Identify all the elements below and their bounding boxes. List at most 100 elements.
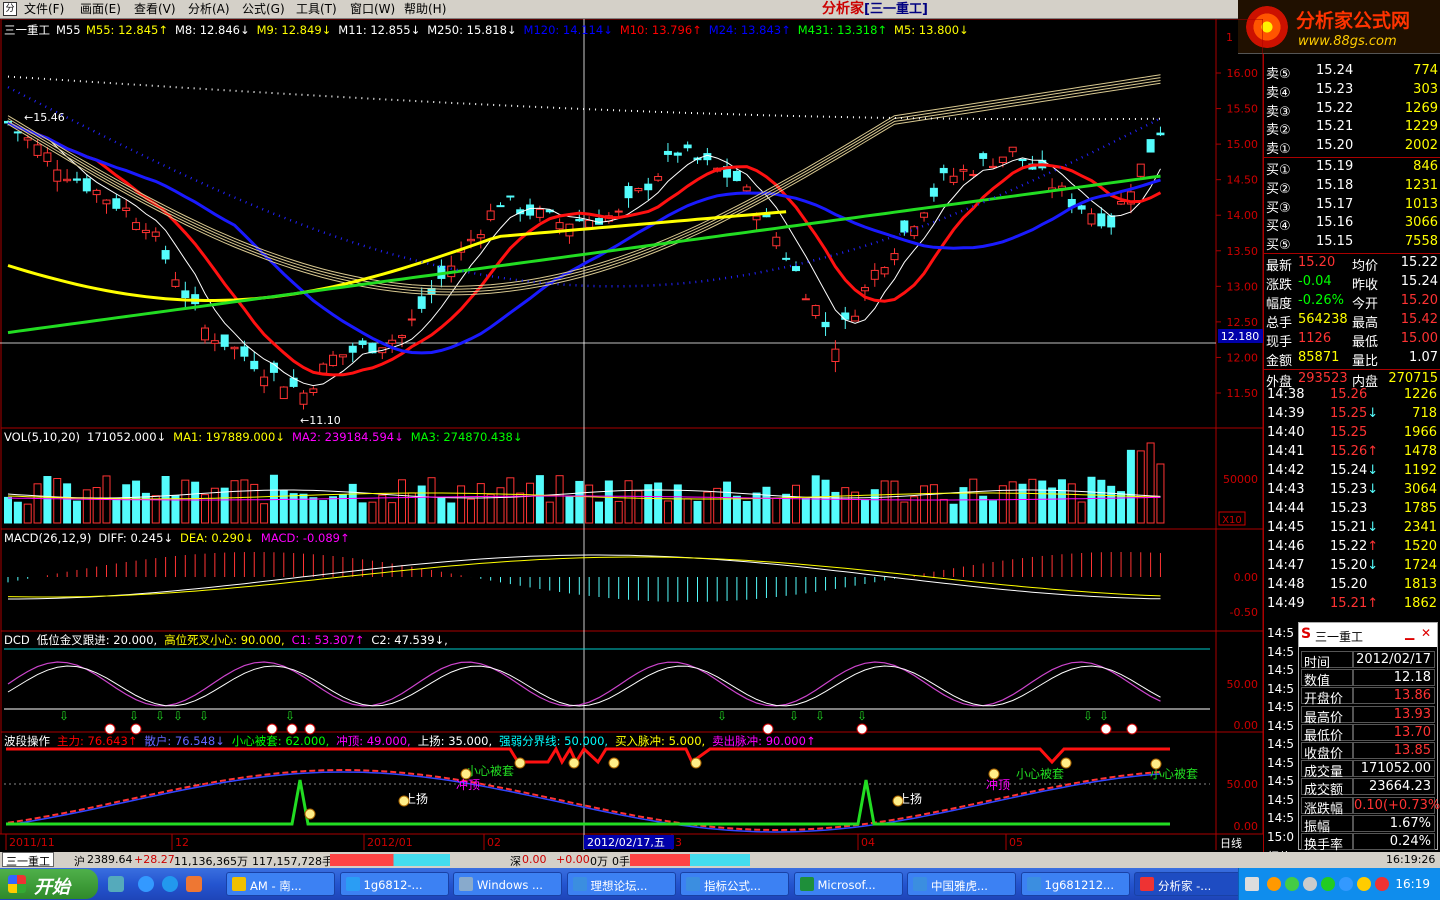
ask-row: 卖② 15.21 1229 (1264, 118, 1440, 138)
data-window-header[interactable]: S 三一重工 ▁ ✕ (1299, 623, 1437, 647)
tick-time: 14:39 (1267, 406, 1305, 421)
volume-icon[interactable] (1357, 877, 1371, 891)
taskbar-button[interactable]: 指标公式... (680, 872, 789, 896)
window-icon (1026, 877, 1041, 891)
shield-icon[interactable] (1303, 877, 1317, 891)
bid-label: 买② (1266, 181, 1291, 197)
taskbar-button[interactable]: Microsof... (793, 872, 903, 896)
tick-row[interactable]: 14:44 15.23 1785 (1264, 500, 1440, 519)
tick-row[interactable]: 14:43 15.23↓ 3064 (1264, 481, 1440, 500)
menu-screen[interactable]: 画面(E) (80, 2, 121, 17)
menu-formula[interactable]: 公式(G) (242, 2, 285, 17)
buy-arrow-icon: ⇩ (1083, 709, 1093, 723)
start-button[interactable]: 开始 (0, 869, 98, 899)
candle-body (210, 340, 219, 344)
stat-row: 总手 564238 最高 15.42 (1264, 311, 1440, 331)
tick-row[interactable]: 14:45 15.21↓ 2341 (1264, 519, 1440, 538)
candle-body (1018, 158, 1027, 162)
taskbar-button[interactable]: 1g681212... (1020, 872, 1130, 896)
data-window-label: 开盘价 (1301, 687, 1353, 707)
volume-bar (358, 502, 367, 524)
volume-bar (53, 478, 62, 524)
app-system-icon[interactable]: 分 (3, 2, 17, 16)
messenger-icon[interactable] (1339, 877, 1353, 891)
candle-body (732, 170, 741, 182)
ie-icon[interactable] (138, 876, 154, 892)
security-icon[interactable] (1321, 877, 1335, 891)
tick-row[interactable]: 14:47 15.20↓ 1724 (1264, 557, 1440, 576)
menu-file[interactable]: 文件(F) (24, 2, 64, 17)
data-window-label: 最低价 (1301, 723, 1353, 744)
candle-body (831, 348, 840, 363)
ask-volume: 774 (1413, 63, 1438, 78)
taskbar-button[interactable]: Windows ... (453, 872, 562, 896)
taskbar-button[interactable]: 分析家 -... (1134, 872, 1243, 896)
tray-app-icon[interactable] (1267, 877, 1281, 891)
indicator-value: M5: 13.800↓ (894, 23, 969, 37)
taskbar-button[interactable]: 1g6812-... (339, 872, 449, 896)
indicator-value: M8: 12.846↓ (174, 23, 250, 37)
tick-row[interactable]: 14:40 15.25 1966 (1264, 424, 1440, 443)
tick-row[interactable]: 14:42 15.24↓ 1192 (1264, 462, 1440, 481)
cursor-date-label: 2012/02/17,五 (587, 836, 665, 849)
volume-bar (1008, 481, 1017, 524)
bid-row: 买① 15.19 846 (1264, 158, 1440, 178)
menu-tools[interactable]: 工具(T) (296, 2, 337, 17)
indicator-value: 强弱分界线: 50.000, (499, 734, 609, 748)
candle-body (496, 205, 505, 208)
ask-price: 15.21 (1316, 119, 1354, 135)
close-icon[interactable]: ✕ (1421, 626, 1431, 640)
menu-view[interactable]: 查看(V) (134, 2, 176, 17)
tick-row[interactable]: 14:41 15.26↑ 1478 (1264, 443, 1440, 462)
menu-analysis[interactable]: 分析(A) (188, 2, 230, 17)
stock-tab[interactable]: 三一重工 (2, 852, 54, 868)
desktop-icon[interactable] (108, 876, 124, 892)
ie2-icon[interactable] (162, 876, 178, 892)
antivirus-icon[interactable] (1375, 877, 1389, 891)
volume-bar (289, 493, 298, 524)
ask-price: 15.23 (1316, 81, 1354, 97)
volume-bar (220, 487, 229, 524)
indicator-value: M431: 13.318↑ (797, 23, 888, 37)
volume-bar (72, 500, 81, 524)
candle-body (112, 198, 121, 209)
minimize-icon[interactable]: ▁ (1405, 626, 1414, 640)
taskbar-button[interactable]: 理想论坛... (566, 872, 676, 896)
tick-row[interactable]: 14:48 15.20 1813 (1264, 576, 1440, 595)
stat-label: 幅度 (1266, 297, 1293, 312)
tick-volume: 3064 (1403, 482, 1437, 497)
tick-volume: 718 (1412, 406, 1437, 421)
candle-body (851, 315, 860, 322)
stat-value: 1126 (1298, 331, 1332, 346)
volume-bar (112, 497, 121, 524)
data-window-value: 0.10(+0.73%) (1353, 796, 1440, 814)
stat-label-2: 量比 (1352, 354, 1379, 369)
keyboard-icon[interactable] (1245, 877, 1259, 891)
tick-volume: 1862 (1403, 596, 1437, 611)
stat-value: -0.26% (1298, 293, 1344, 308)
tick-row[interactable]: 14:46 15.22↑ 1520 (1264, 538, 1440, 557)
tick-time: 14:40 (1267, 425, 1305, 440)
data-window[interactable]: S 三一重工 ▁ ✕ 时间 2012/02/17 数值 12.18 开盘价 13.86 最高… (1298, 622, 1440, 853)
data-window-row: 最高价 13.93 (1301, 705, 1435, 726)
tick-row[interactable]: 14:49 15.21↑ 1862 (1264, 595, 1440, 614)
taskbar-button[interactable]: 中国雅虎... (907, 872, 1016, 896)
menu-window[interactable]: 窗口(W) (350, 2, 395, 17)
tick-price: 15.23 (1330, 501, 1367, 516)
volume-bar (821, 479, 830, 524)
low-marker: ←11.10 (300, 414, 341, 427)
menu-help[interactable]: 帮助(H) (404, 2, 446, 17)
taskbar-button[interactable]: AM - 南... (226, 872, 335, 896)
tick-list[interactable]: 14:38 15.26 1226 14:39 15.25↓ 718 14:40 15.25 19… (1263, 384, 1440, 624)
network-icon[interactable] (1285, 877, 1299, 891)
candle-body (742, 186, 751, 192)
tick-volume: 1724 (1403, 558, 1437, 573)
s-logo-icon: S (1301, 626, 1312, 642)
app-icon[interactable] (186, 876, 202, 892)
tick-row[interactable]: 14:39 15.25↓ 718 (1264, 405, 1440, 424)
tick-row[interactable]: 14:38 15.26 1226 (1264, 386, 1440, 405)
logo-title: 分析家公式网 (1296, 10, 1411, 32)
current-value-label: 12.180 (1221, 330, 1260, 343)
wave-signal-label: 冲顶 (456, 777, 480, 792)
data-window-value: 13.85 (1353, 742, 1435, 759)
